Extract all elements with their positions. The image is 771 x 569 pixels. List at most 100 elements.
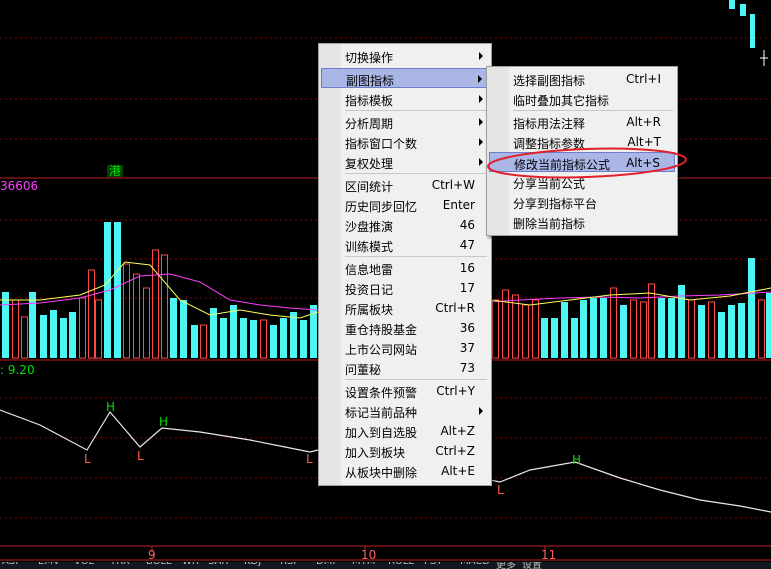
menu-item-label: 指标模板 <box>345 94 394 108</box>
menu-item[interactable]: 问董秘 73 <box>321 358 489 378</box>
indicator-tab[interactable]: MACD <box>460 562 490 567</box>
menu-item[interactable]: 上市公司网站 37 <box>321 338 489 358</box>
menu-item[interactable]: 分享到指标平台 <box>489 192 675 212</box>
volume-bar <box>620 305 627 358</box>
volume-bar <box>152 249 159 359</box>
menu-item[interactable]: 临时叠加其它指标 <box>489 89 675 109</box>
menu-item[interactable]: 加入到自选股 Alt+Z <box>321 421 489 441</box>
candlestick <box>740 4 746 16</box>
menu-item[interactable]: 所属板块 Ctrl+R <box>321 298 489 318</box>
volume-bar <box>230 305 237 358</box>
indicator-tab[interactable]: ROLL <box>388 562 414 567</box>
indicator-tab[interactable]: WR <box>182 562 199 567</box>
menu-item-shortcut: Alt+S <box>626 156 660 170</box>
menu-item[interactable]: 标记当前品种 <box>321 401 489 421</box>
submenu-arrow-icon <box>479 407 483 415</box>
menu-item-shortcut: 17 <box>459 281 475 295</box>
menu-item-label: 投资日记 <box>345 283 394 297</box>
volume-bar <box>561 302 568 358</box>
indicator-tab[interactable]: RSI <box>280 562 296 567</box>
indicator-tab[interactable]: DMI <box>316 562 335 567</box>
menu-item[interactable]: 调整指标参数 Alt+T <box>489 132 675 152</box>
volume-bar <box>630 299 637 359</box>
indicator-tab[interactable]: ASI <box>2 562 18 567</box>
volume-bar <box>502 289 509 359</box>
menu-item-shortcut: 36 <box>459 321 475 335</box>
volume-bar <box>571 318 578 358</box>
menu-item-label: 历史同步回忆 <box>345 200 418 214</box>
menu-item[interactable]: 信息地雷 16 <box>321 258 489 278</box>
volume-bar <box>766 293 771 358</box>
menu-item[interactable]: 指标用法注释 Alt+R <box>489 112 675 132</box>
indicator-tab[interactable]: 设置 <box>522 562 542 569</box>
menu-separator <box>345 256 487 257</box>
submenu-arrow-icon <box>479 158 483 166</box>
menu-item[interactable]: 副图指标 <box>321 68 489 88</box>
menu-item-label: 训练模式 <box>345 240 394 254</box>
menu-item[interactable]: 设置条件预警 Ctrl+Y <box>321 381 489 401</box>
menu-item[interactable]: 加入到板块 Ctrl+Z <box>321 441 489 461</box>
indicator-tab[interactable]: 更多 <box>496 562 516 569</box>
volume-bar <box>12 299 19 359</box>
menu-item[interactable]: 切换操作 <box>321 46 489 66</box>
menu-item[interactable]: 选择副图指标 Ctrl+I <box>489 69 675 89</box>
indicator-tab[interactable]: SAR <box>208 562 228 567</box>
menu-item-label: 加入到板块 <box>345 446 406 460</box>
menu-item[interactable]: 投资日记 17 <box>321 278 489 298</box>
volume-bar <box>2 292 9 358</box>
menu-item-label: 分享到指标平台 <box>513 197 598 211</box>
volume-bar <box>522 304 529 359</box>
axis-date-label: 9 <box>148 548 156 562</box>
menu-item[interactable]: 历史同步回忆 Enter <box>321 195 489 215</box>
menu-item[interactable]: 分析周期 <box>321 112 489 132</box>
submenu-arrow-icon <box>479 52 483 60</box>
menu-item-shortcut: Alt+T <box>627 135 661 149</box>
indicator-tab[interactable]: TRX <box>110 562 130 567</box>
menu-item-label: 切换操作 <box>345 51 394 65</box>
volume-bar <box>40 315 47 358</box>
indicator-value-left: 36606 <box>0 179 39 193</box>
indicator-readout: : 9.20 <box>0 363 35 377</box>
hl-label: L <box>497 483 504 497</box>
volume-bar <box>114 222 121 358</box>
submenu-arrow-icon <box>479 138 483 146</box>
menu-item[interactable]: 删除当前指标 <box>489 212 675 232</box>
menu-item-label: 分享当前公式 <box>513 177 586 191</box>
menu-item-shortcut: 47 <box>459 238 475 252</box>
indicator-tab[interactable]: KDJ <box>244 562 261 567</box>
hl-label: H <box>106 400 116 414</box>
menu-item-label: 区间统计 <box>345 180 394 194</box>
volume-bar <box>95 299 102 359</box>
indicator-tab[interactable]: PSY <box>424 562 443 567</box>
volume-bar <box>290 312 297 358</box>
menu-item-label: 标记当前品种 <box>345 406 418 420</box>
volume-bar <box>280 318 287 358</box>
menu-item[interactable]: 修改当前指标公式 Alt+S <box>489 152 675 172</box>
menu-item[interactable]: 训练模式 47 <box>321 235 489 255</box>
indicator-tab[interactable]: EMV <box>38 562 60 567</box>
menu-item[interactable]: 分享当前公式 <box>489 172 675 192</box>
volume-bar <box>240 318 247 358</box>
volume-bar <box>758 299 765 359</box>
volume-bar <box>200 324 207 359</box>
axis-date-label: 10 <box>361 548 377 562</box>
menu-item-label: 加入到自选股 <box>345 426 418 440</box>
volume-bar <box>580 300 587 358</box>
indicator-tab[interactable]: VOL <box>74 562 94 567</box>
menu-item[interactable]: 区间统计 Ctrl+W <box>321 175 489 195</box>
menu-item-shortcut: 73 <box>459 361 475 375</box>
menu-item[interactable]: 从板块中删除 Alt+E <box>321 461 489 481</box>
indicator-tab[interactable]: BOLL <box>146 562 172 567</box>
indicator-tab[interactable]: MTM <box>352 562 375 567</box>
menu-item[interactable]: 复权处理 <box>321 152 489 172</box>
volume-bar <box>60 318 67 358</box>
volume-bar <box>708 301 715 359</box>
submenu-sub-chart-indicator: 选择副图指标 Ctrl+I 临时叠加其它指标 指标用法注释 Alt+R 调整指标参数 Alt… <box>486 66 678 236</box>
menu-item-label: 从板块中删除 <box>345 466 418 480</box>
menu-item[interactable]: 重仓持股基金 36 <box>321 318 489 338</box>
menu-item-shortcut: 16 <box>459 261 475 275</box>
volume-bar <box>590 298 597 358</box>
menu-item[interactable]: 沙盘推演 46 <box>321 215 489 235</box>
menu-item[interactable]: 指标窗口个数 <box>321 132 489 152</box>
menu-item[interactable]: 指标模板 <box>321 89 489 109</box>
